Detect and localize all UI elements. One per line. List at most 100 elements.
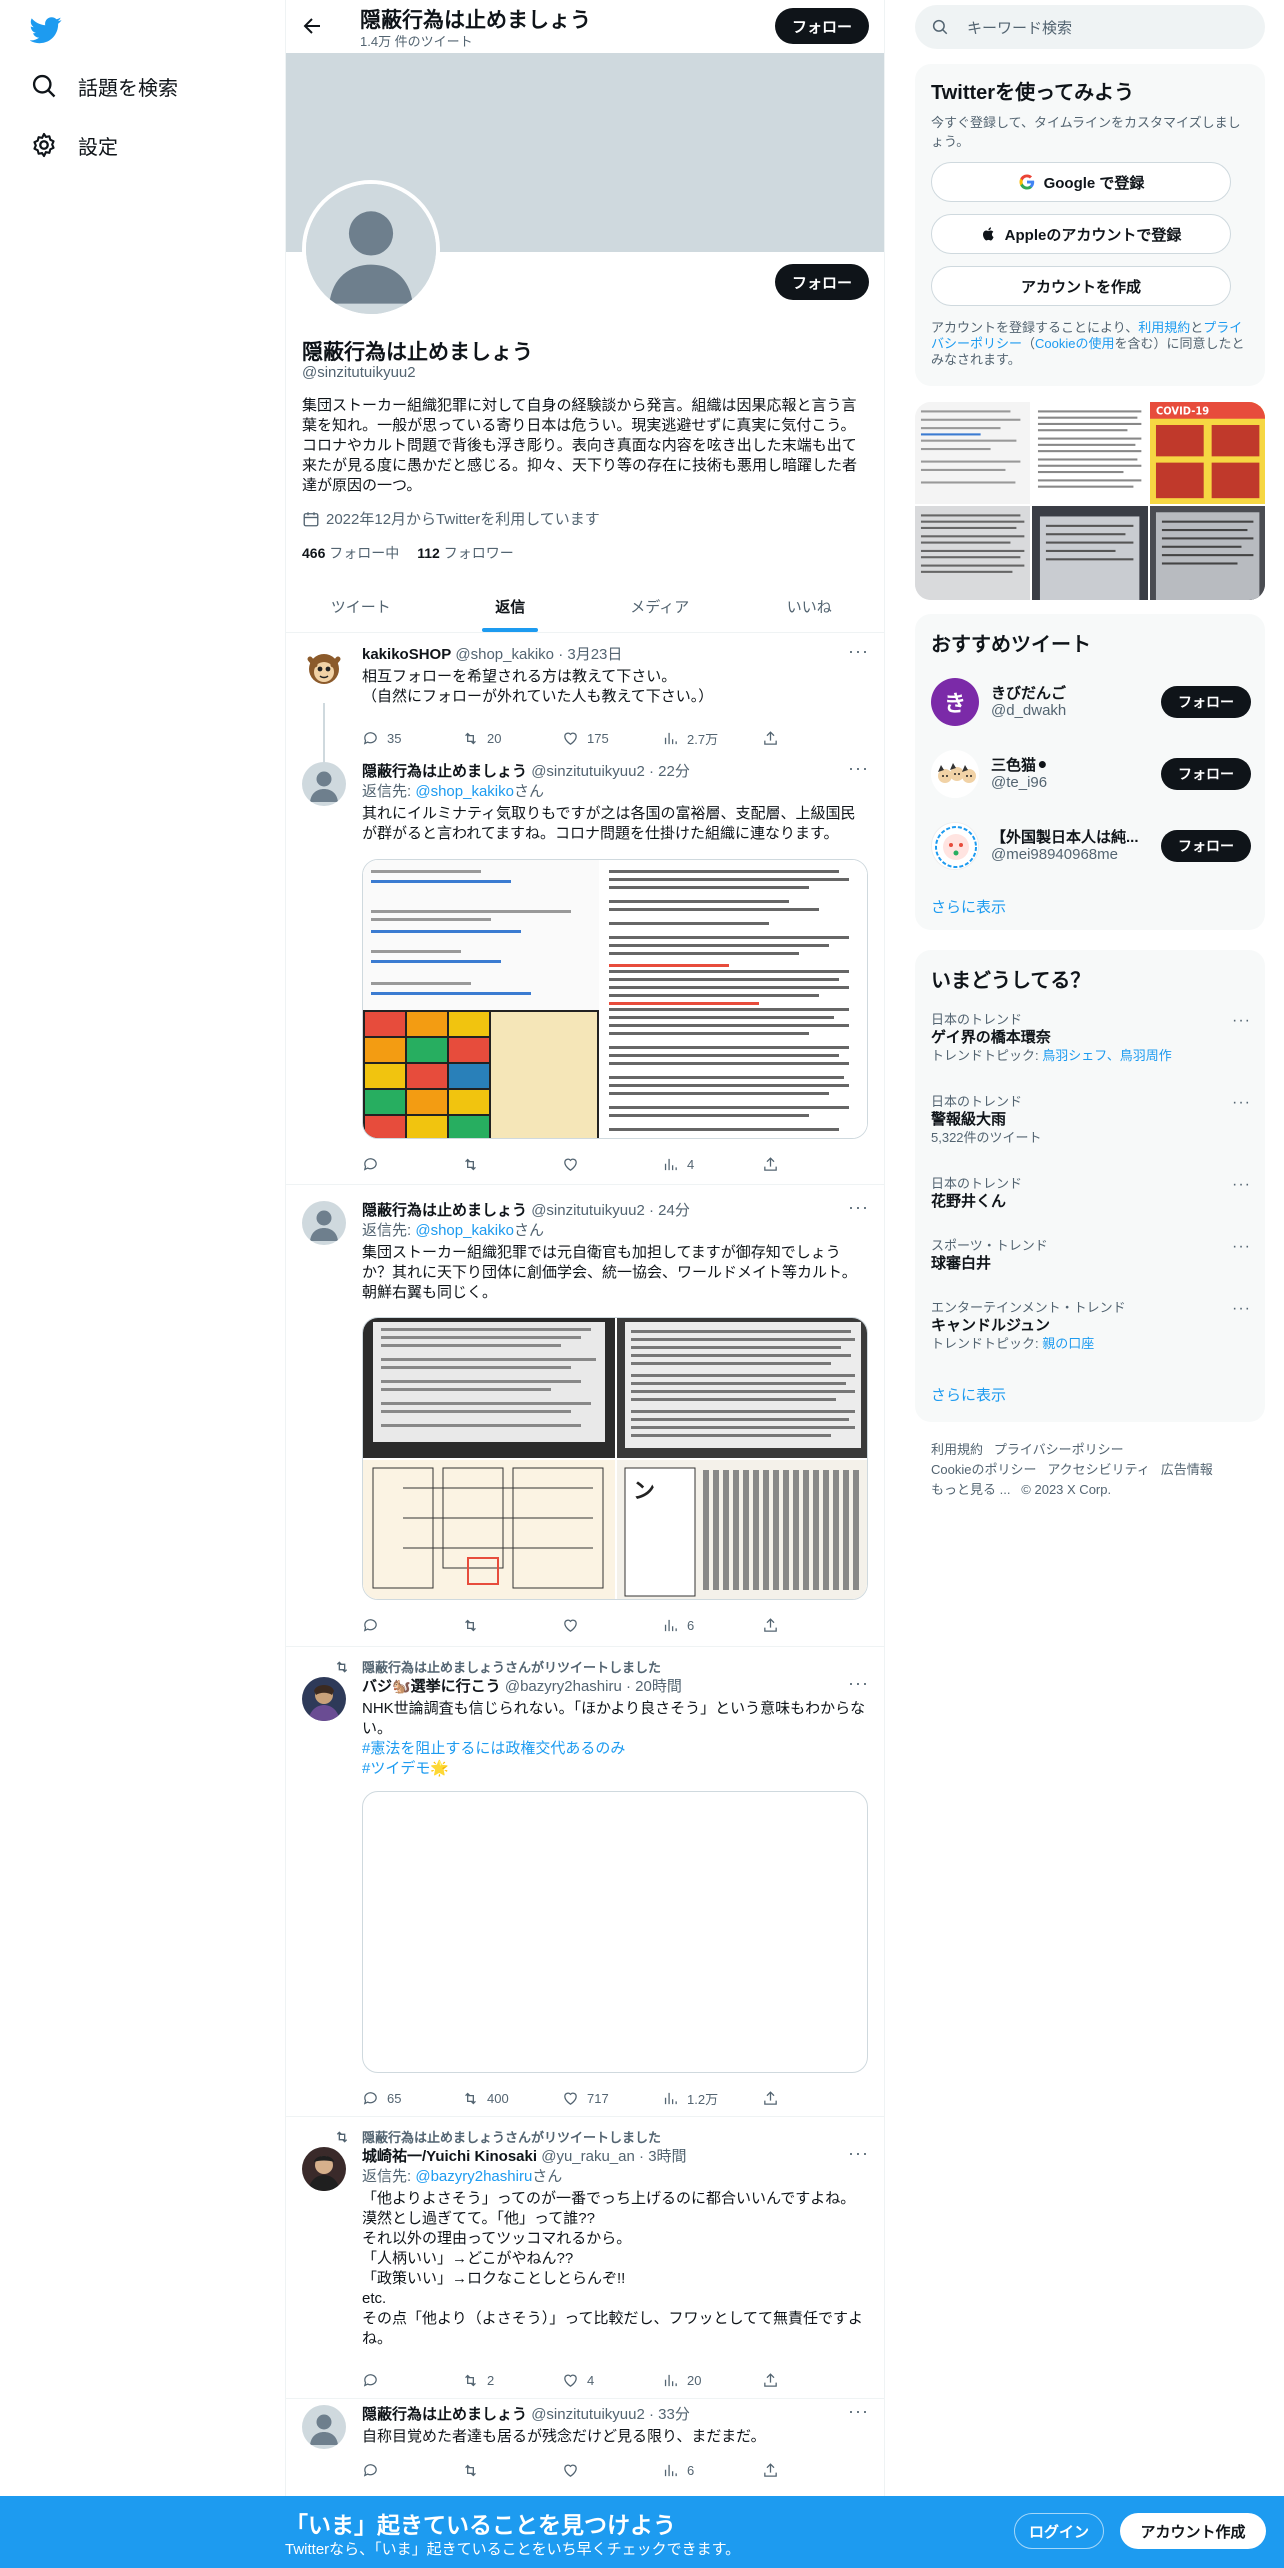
more-options-icon[interactable]: ··· xyxy=(848,1674,868,1697)
views-button[interactable]: 4 xyxy=(662,1154,762,1174)
like-button[interactable] xyxy=(562,2460,662,2480)
recommended-user[interactable]: 【外国製日本人は純... @mei98940968me フォロー xyxy=(931,820,1251,870)
avatar[interactable] xyxy=(302,2147,346,2191)
footer-cookie-link[interactable]: Cookieのポリシー xyxy=(931,1462,1036,1477)
back-arrow-icon[interactable] xyxy=(300,14,324,38)
followers-link[interactable]: 112 フォロワー xyxy=(417,543,513,563)
retweet-button[interactable]: 400 xyxy=(462,2088,562,2108)
trend-item[interactable]: 日本のトレンド 花野井くん ··· xyxy=(931,1176,1251,1212)
media-preview-grid[interactable]: COVID-19 xyxy=(915,402,1265,600)
tweet-item[interactable]: 隠蔽行為は止めましょうさんがリツイートしました 城崎祐一/Yuichi Kino… xyxy=(286,2117,884,2399)
google-signup-button[interactable]: Google で登録 xyxy=(931,162,1231,202)
apple-signup-button[interactable]: Appleのアカウントで登録 xyxy=(931,214,1231,254)
signup-button[interactable]: アカウント作成 xyxy=(1120,2513,1266,2549)
nav-settings[interactable]: 設定 xyxy=(30,125,118,165)
search-input[interactable]: キーワード検索 xyxy=(967,17,1072,38)
avatar[interactable] xyxy=(931,750,979,798)
tweet-media-image[interactable] xyxy=(362,859,868,1139)
trend-topic-link[interactable]: 鳥羽シェフ、鳥羽周作 xyxy=(1042,1048,1171,1063)
share-button[interactable] xyxy=(762,1154,779,1174)
follow-button[interactable]: フォロー xyxy=(1161,830,1251,862)
views-button[interactable]: 6 xyxy=(662,2460,762,2480)
hashtag-link[interactable]: #憲法を阻止するには政権交代あるのみ xyxy=(362,1739,868,1759)
like-button[interactable]: 4 xyxy=(562,2370,662,2390)
reply-button[interactable] xyxy=(362,2460,462,2480)
reply-button[interactable] xyxy=(362,2370,462,2390)
views-button[interactable]: 2.7万 xyxy=(662,728,762,748)
avatar[interactable] xyxy=(931,822,979,870)
media-thumb[interactable] xyxy=(1032,402,1148,505)
footer-more-link[interactable]: もっと見る ... xyxy=(931,1482,1010,1497)
reply-to-link[interactable]: @shop_kakiko xyxy=(415,1222,514,1239)
reply-to-link[interactable]: @shop_kakiko xyxy=(415,783,514,800)
profile-follow-button[interactable]: フォロー xyxy=(775,264,869,300)
more-options-icon[interactable]: ··· xyxy=(1232,1300,1251,1318)
create-account-button[interactable]: アカウントを作成 xyxy=(931,266,1231,306)
tweet-item[interactable]: 隠蔽行為は止めましょう @sinzitutuikyuu2 · 33分 自称目覚め… xyxy=(286,2399,884,2496)
follow-button[interactable]: フォロー xyxy=(1161,758,1251,790)
avatar[interactable] xyxy=(302,645,346,689)
login-button[interactable]: ログイン xyxy=(1014,2513,1104,2549)
like-button[interactable] xyxy=(562,1615,662,1635)
trend-item[interactable]: エンターテインメント・トレンド キャンドルジュン トレンドトピック: 親の口座 … xyxy=(931,1300,1251,1352)
media-thumb[interactable]: COVID-19 xyxy=(1149,402,1265,505)
follow-button[interactable]: フォロー xyxy=(1161,686,1251,718)
tweet-media-grid[interactable]: ン xyxy=(362,1317,868,1600)
avatar[interactable] xyxy=(302,1201,346,1245)
retweet-button[interactable]: 20 xyxy=(462,728,562,748)
search-bar[interactable]: キーワード検索 xyxy=(915,5,1265,49)
share-button[interactable] xyxy=(762,2370,779,2390)
views-button[interactable]: 1.2万 xyxy=(662,2088,762,2108)
retweet-button[interactable] xyxy=(462,1615,562,1635)
nav-explore[interactable]: 話題を検索 xyxy=(30,66,178,106)
trend-item[interactable]: 日本のトレンド 警報級大雨 5,322件のツイート ··· xyxy=(931,1094,1251,1146)
footer-accessibility-link[interactable]: アクセシビリティ xyxy=(1047,1462,1150,1477)
tab-tweets[interactable]: ツイート xyxy=(286,580,436,632)
tab-replies[interactable]: 返信 xyxy=(436,580,586,632)
tab-likes[interactable]: いいね xyxy=(735,580,885,632)
media-thumb[interactable] xyxy=(1032,506,1148,600)
following-link[interactable]: 466 フォロー中 xyxy=(302,543,399,563)
tweet-item[interactable]: 隠蔽行為は止めましょう @sinzitutuikyuu2 · 22分 返信先: … xyxy=(286,758,884,1185)
share-button[interactable] xyxy=(762,1615,779,1635)
like-button[interactable]: 175 xyxy=(562,728,662,748)
footer-ads-link[interactable]: 広告情報 xyxy=(1161,1462,1213,1477)
trend-item[interactable]: スポーツ・トレンド 球審白井 ··· xyxy=(931,1238,1251,1274)
footer-privacy-link[interactable]: プライバシーポリシー xyxy=(994,1442,1124,1457)
more-options-icon[interactable]: ··· xyxy=(1232,1094,1251,1112)
retweet-button[interactable] xyxy=(462,2460,562,2480)
share-button[interactable] xyxy=(762,728,779,748)
retweet-button[interactable] xyxy=(462,1154,562,1174)
like-button[interactable]: 717 xyxy=(562,2088,662,2108)
media-thumb[interactable] xyxy=(1149,506,1265,600)
more-options-icon[interactable]: ··· xyxy=(1232,1012,1251,1030)
more-options-icon[interactable]: ··· xyxy=(848,1198,868,1221)
share-button[interactable] xyxy=(762,2460,779,2480)
reply-to-link[interactable]: @bazyry2hashiru xyxy=(415,2168,532,2185)
hashtag-link[interactable]: #ツイデモ🌟 xyxy=(362,1759,868,1779)
trend-item[interactable]: 日本のトレンド ゲイ界の橋本環奈 トレンドトピック: 鳥羽シェフ、鳥羽周作 ··… xyxy=(931,1012,1251,1064)
more-options-icon[interactable]: ··· xyxy=(848,2402,868,2425)
cookie-link[interactable]: Cookieの使用 xyxy=(1035,336,1114,351)
more-options-icon[interactable]: ··· xyxy=(848,2144,868,2167)
retweet-button[interactable]: 2 xyxy=(462,2370,562,2390)
header-follow-button[interactable]: フォロー xyxy=(775,8,869,44)
more-options-icon[interactable]: ··· xyxy=(1232,1176,1251,1194)
more-options-icon[interactable]: ··· xyxy=(1232,1238,1251,1256)
footer-terms-link[interactable]: 利用規約 xyxy=(931,1442,983,1457)
trends-more-link[interactable]: さらに表示 xyxy=(931,1384,1006,1405)
reply-button[interactable]: 65 xyxy=(362,2088,462,2108)
views-button[interactable]: 6 xyxy=(662,1615,762,1635)
avatar[interactable] xyxy=(302,2405,346,2449)
avatar[interactable]: き xyxy=(931,678,979,726)
tweet-item[interactable]: 隠蔽行為は止めましょう @sinzitutuikyuu2 · 24分 返信先: … xyxy=(286,1185,884,1647)
tweet-item[interactable]: kakikoSHOP @shop_kakiko · 3月23日 相互フォローを希… xyxy=(286,633,884,763)
trend-topic-link[interactable]: 親の口座 xyxy=(1042,1336,1094,1351)
media-thumb[interactable] xyxy=(915,402,1031,505)
recommended-more-link[interactable]: さらに表示 xyxy=(931,896,1006,917)
like-button[interactable] xyxy=(562,1154,662,1174)
share-button[interactable] xyxy=(762,2088,779,2108)
recommended-user[interactable]: き きびだんご @d_dwakh フォロー xyxy=(931,676,1251,726)
views-button[interactable]: 20 xyxy=(662,2370,762,2390)
media-thumb[interactable] xyxy=(915,506,1031,600)
